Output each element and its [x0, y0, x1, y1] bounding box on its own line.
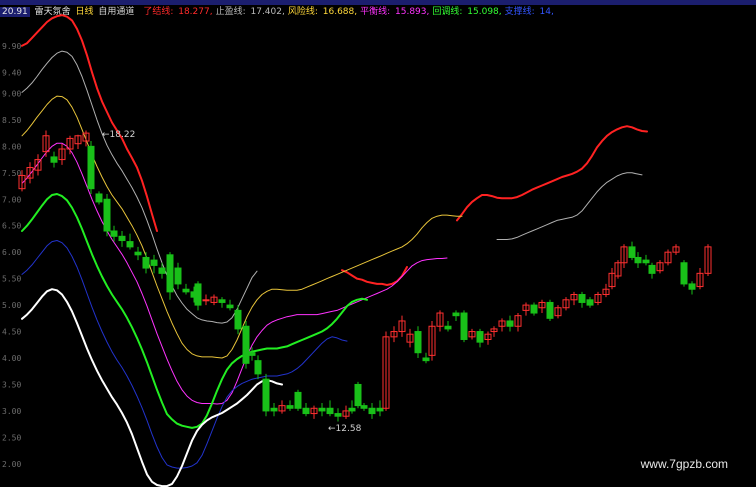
candle-body	[452, 312, 460, 317]
price-annotation: ←12.58	[328, 424, 362, 434]
series-line-1	[21, 50, 643, 324]
series-line-5	[21, 240, 348, 469]
candle-body	[648, 264, 656, 274]
candle-body	[242, 325, 250, 364]
candle-body	[302, 407, 310, 415]
watermark: www.7gpzb.com	[640, 457, 728, 471]
candle-body	[586, 299, 594, 306]
candle-body	[634, 256, 642, 264]
candle-body	[158, 267, 166, 274]
y-tick-label: 8.00	[2, 142, 21, 151]
candle-body	[150, 259, 158, 266]
candle-body	[680, 262, 688, 285]
candle-body	[50, 156, 58, 163]
y-tick-label: 6.50	[2, 222, 21, 231]
candle-body	[286, 405, 294, 409]
y-tick-label: 2.00	[2, 460, 21, 469]
candle-body	[334, 413, 342, 417]
y-tick-label: 8.50	[2, 116, 21, 125]
candle-body	[506, 320, 514, 327]
candle-body	[270, 407, 278, 412]
candle-body	[348, 407, 356, 412]
candle-body	[368, 407, 376, 415]
candle-body	[182, 288, 190, 293]
candle-body	[126, 241, 134, 248]
candle-body	[318, 407, 326, 412]
price-chart[interactable]: 9.909.409.008.508.007.507.006.506.005.50…	[0, 0, 756, 487]
candle-body	[360, 405, 368, 409]
candle-body	[326, 407, 334, 415]
y-tick-label: 5.00	[2, 301, 21, 310]
candle-body	[134, 251, 142, 256]
candle-body	[578, 294, 586, 303]
y-tick-label: 3.50	[2, 380, 21, 389]
candle-body	[444, 325, 452, 330]
candle-body	[628, 246, 636, 258]
candle-body	[376, 407, 384, 412]
candle-body	[174, 267, 182, 285]
candle-body	[248, 352, 256, 356]
candle-body	[103, 198, 111, 232]
candle-body	[294, 391, 302, 409]
candle-body	[688, 283, 696, 290]
candle-body	[118, 235, 126, 242]
candle-body	[262, 378, 270, 412]
candle-body	[642, 259, 650, 264]
y-tick-label: 4.00	[2, 354, 21, 363]
candle-body	[530, 304, 538, 314]
y-tick-label: 9.00	[2, 89, 21, 98]
series-line-4	[21, 193, 368, 429]
candle-body	[476, 331, 484, 343]
y-tick-label: 9.40	[2, 68, 21, 77]
candle-body	[218, 299, 226, 303]
y-tick-label: 2.50	[2, 433, 21, 442]
candle-body	[194, 283, 202, 306]
candle-body	[414, 331, 422, 354]
candle-body	[546, 301, 554, 319]
candle-body	[354, 383, 362, 407]
y-tick-label: 7.00	[2, 195, 21, 204]
y-tick-label: 5.50	[2, 275, 21, 284]
price-annotation: ←18.22	[102, 130, 135, 140]
candle-body	[254, 360, 262, 375]
candle-body	[226, 304, 234, 309]
y-tick-label: 4.50	[2, 328, 21, 337]
series-line-2	[21, 95, 463, 359]
candle-body	[422, 357, 430, 362]
candle-body	[110, 230, 118, 237]
y-tick-label: 6.00	[2, 248, 21, 257]
candle-body	[142, 256, 150, 269]
candle-body	[234, 309, 242, 330]
candle-body	[202, 299, 210, 302]
candle-body	[166, 254, 174, 293]
candle-body	[87, 145, 95, 190]
y-tick-label: 9.90	[2, 42, 21, 51]
candle-body	[95, 193, 103, 203]
candle-body	[460, 312, 468, 340]
y-tick-label: 3.00	[2, 407, 21, 416]
